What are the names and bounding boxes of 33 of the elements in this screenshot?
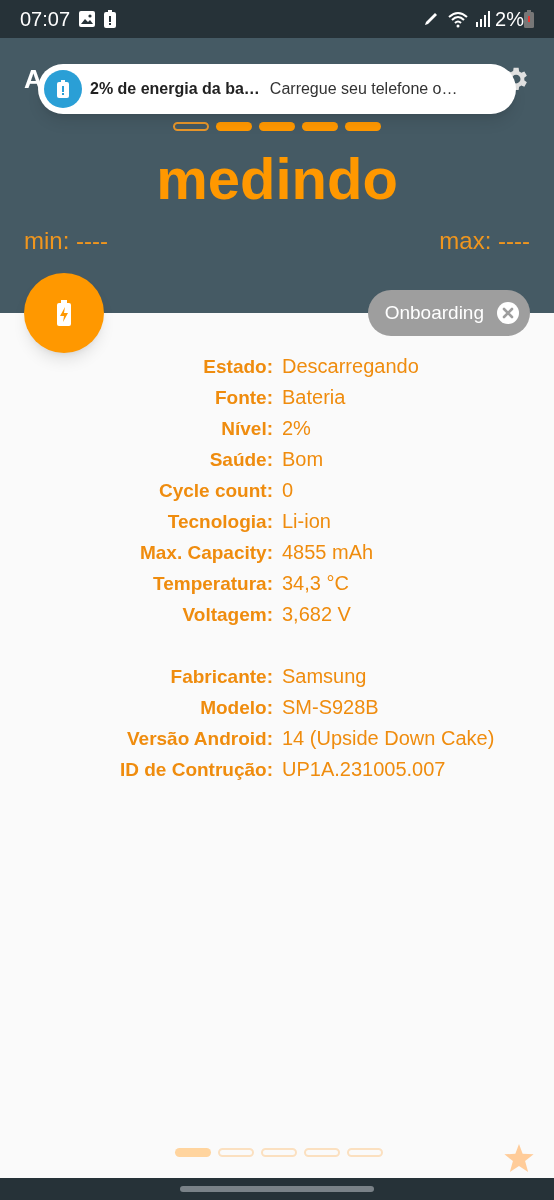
info-value: 2% <box>282 416 312 441</box>
battery-percent: 2% <box>495 7 524 32</box>
info-value: 34,3 °C <box>282 571 350 596</box>
info-label: Versão Android: <box>126 728 273 749</box>
info-label: Cycle count: <box>158 480 273 501</box>
info-value: Li-ion <box>282 509 332 534</box>
info-label: Nível: <box>221 418 273 439</box>
info-value: Bateria <box>282 385 347 410</box>
info-value: Descarregando <box>282 354 420 379</box>
info-label: Tecnologia: <box>167 511 273 532</box>
max-value: max: ---- <box>439 226 530 256</box>
info-value: UP1A.231005.007 <box>282 757 447 782</box>
notification-title: 2% de energia da ba… <box>90 79 260 99</box>
info-value: Samsung <box>282 664 368 689</box>
info-label: Fabricante: <box>170 666 273 687</box>
info-label: Fonte: <box>214 387 273 408</box>
info-value: 3,682 V <box>282 602 352 627</box>
info-label: Voltagem: <box>182 604 273 625</box>
info-value: 14 (Upside Down Cake) <box>282 726 496 751</box>
info-value: 0 <box>282 478 295 503</box>
info-label: Estado: <box>203 356 273 377</box>
info-label: Saúde: <box>209 449 273 470</box>
status-time: 07:07 <box>20 7 71 32</box>
status-text: medindo <box>156 145 398 213</box>
info-label: Modelo: <box>200 697 273 718</box>
info-value: Bom <box>282 447 325 472</box>
info-value: SM-S928B <box>282 695 380 720</box>
info-label: ID de Contrução: <box>119 759 273 780</box>
info-label: Max. Capacity: <box>139 542 273 563</box>
min-value: min: ---- <box>24 226 108 256</box>
info-label: Temperatura: <box>153 573 273 594</box>
notification-text: Carregue seu telefone o… <box>269 79 458 99</box>
info-value: 4855 mAh <box>282 540 375 565</box>
